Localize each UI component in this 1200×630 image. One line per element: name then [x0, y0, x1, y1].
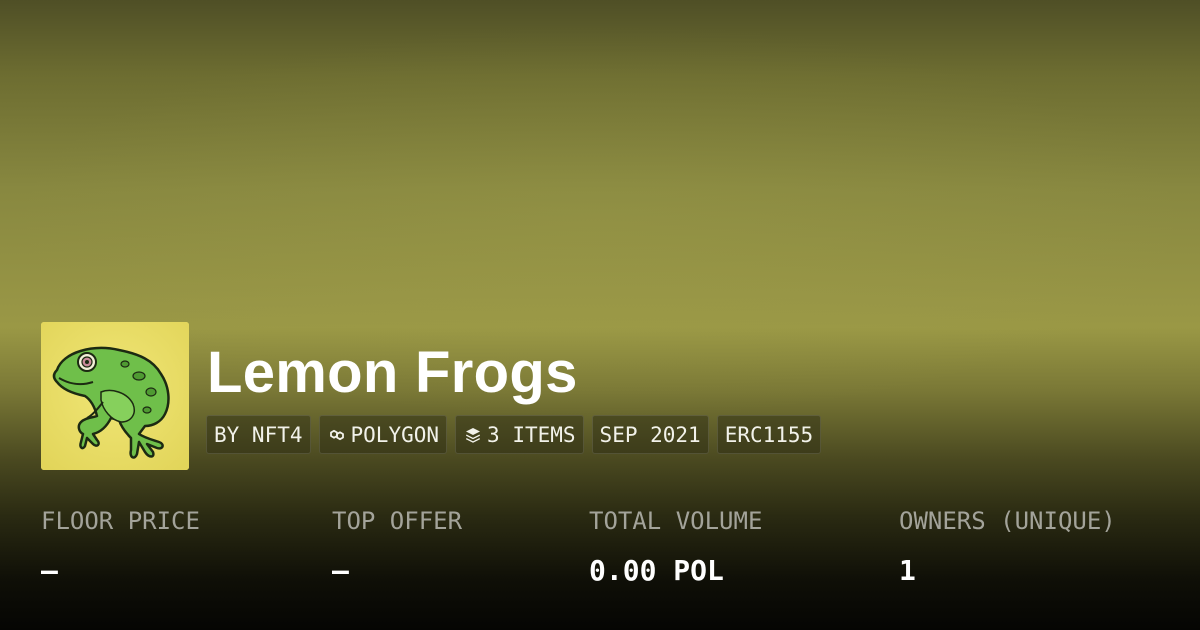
stat-top-offer-value: – — [332, 554, 349, 587]
tag-items[interactable]: 3 ITEMS — [455, 415, 584, 454]
stat-top-offer-label: TOP OFFER — [332, 507, 463, 535]
tag-date-label: SEP 2021 — [599, 422, 701, 447]
stat-owners: OWNERS (UNIQUE) 1 — [899, 500, 1116, 592]
collection-stats: FLOOR PRICE – TOP OFFER – TOTAL VOLUME 0… — [0, 500, 1200, 600]
stat-total-volume-value: 0.00 POL — [589, 554, 724, 587]
stat-floor-price-value: – — [41, 554, 58, 587]
frog-image — [41, 322, 189, 470]
stat-total-volume: TOTAL VOLUME 0.00 POL — [589, 500, 762, 592]
stat-owners-label: OWNERS (UNIQUE) — [899, 507, 1116, 535]
stat-top-offer: TOP OFFER – — [332, 500, 462, 592]
stat-owners-value: 1 — [899, 554, 916, 587]
tag-standard: ERC1155 — [716, 415, 822, 454]
collection-avatar — [41, 322, 189, 470]
tag-standard-label: ERC1155 — [724, 422, 814, 447]
polygon-chain-icon — [327, 425, 347, 445]
stat-floor-price-label: FLOOR PRICE — [41, 507, 200, 535]
layers-icon — [463, 425, 483, 445]
tag-creator-label: BY NFT4 — [214, 422, 303, 447]
collection-tags: BY NFT4 POLYGON 3 ITEMS SEP 2021 ERC1155 — [206, 415, 822, 454]
tag-date: SEP 2021 — [591, 415, 709, 454]
tag-items-label: 3 ITEMS — [487, 422, 576, 447]
tag-creator[interactable]: BY NFT4 — [206, 415, 311, 454]
stat-total-volume-label: TOTAL VOLUME — [589, 507, 763, 535]
tag-chain-label: POLYGON — [350, 422, 440, 447]
tag-chain[interactable]: POLYGON — [318, 415, 448, 454]
stat-floor-price: FLOOR PRICE – — [41, 500, 200, 592]
collection-title: Lemon Frogs — [207, 340, 578, 405]
